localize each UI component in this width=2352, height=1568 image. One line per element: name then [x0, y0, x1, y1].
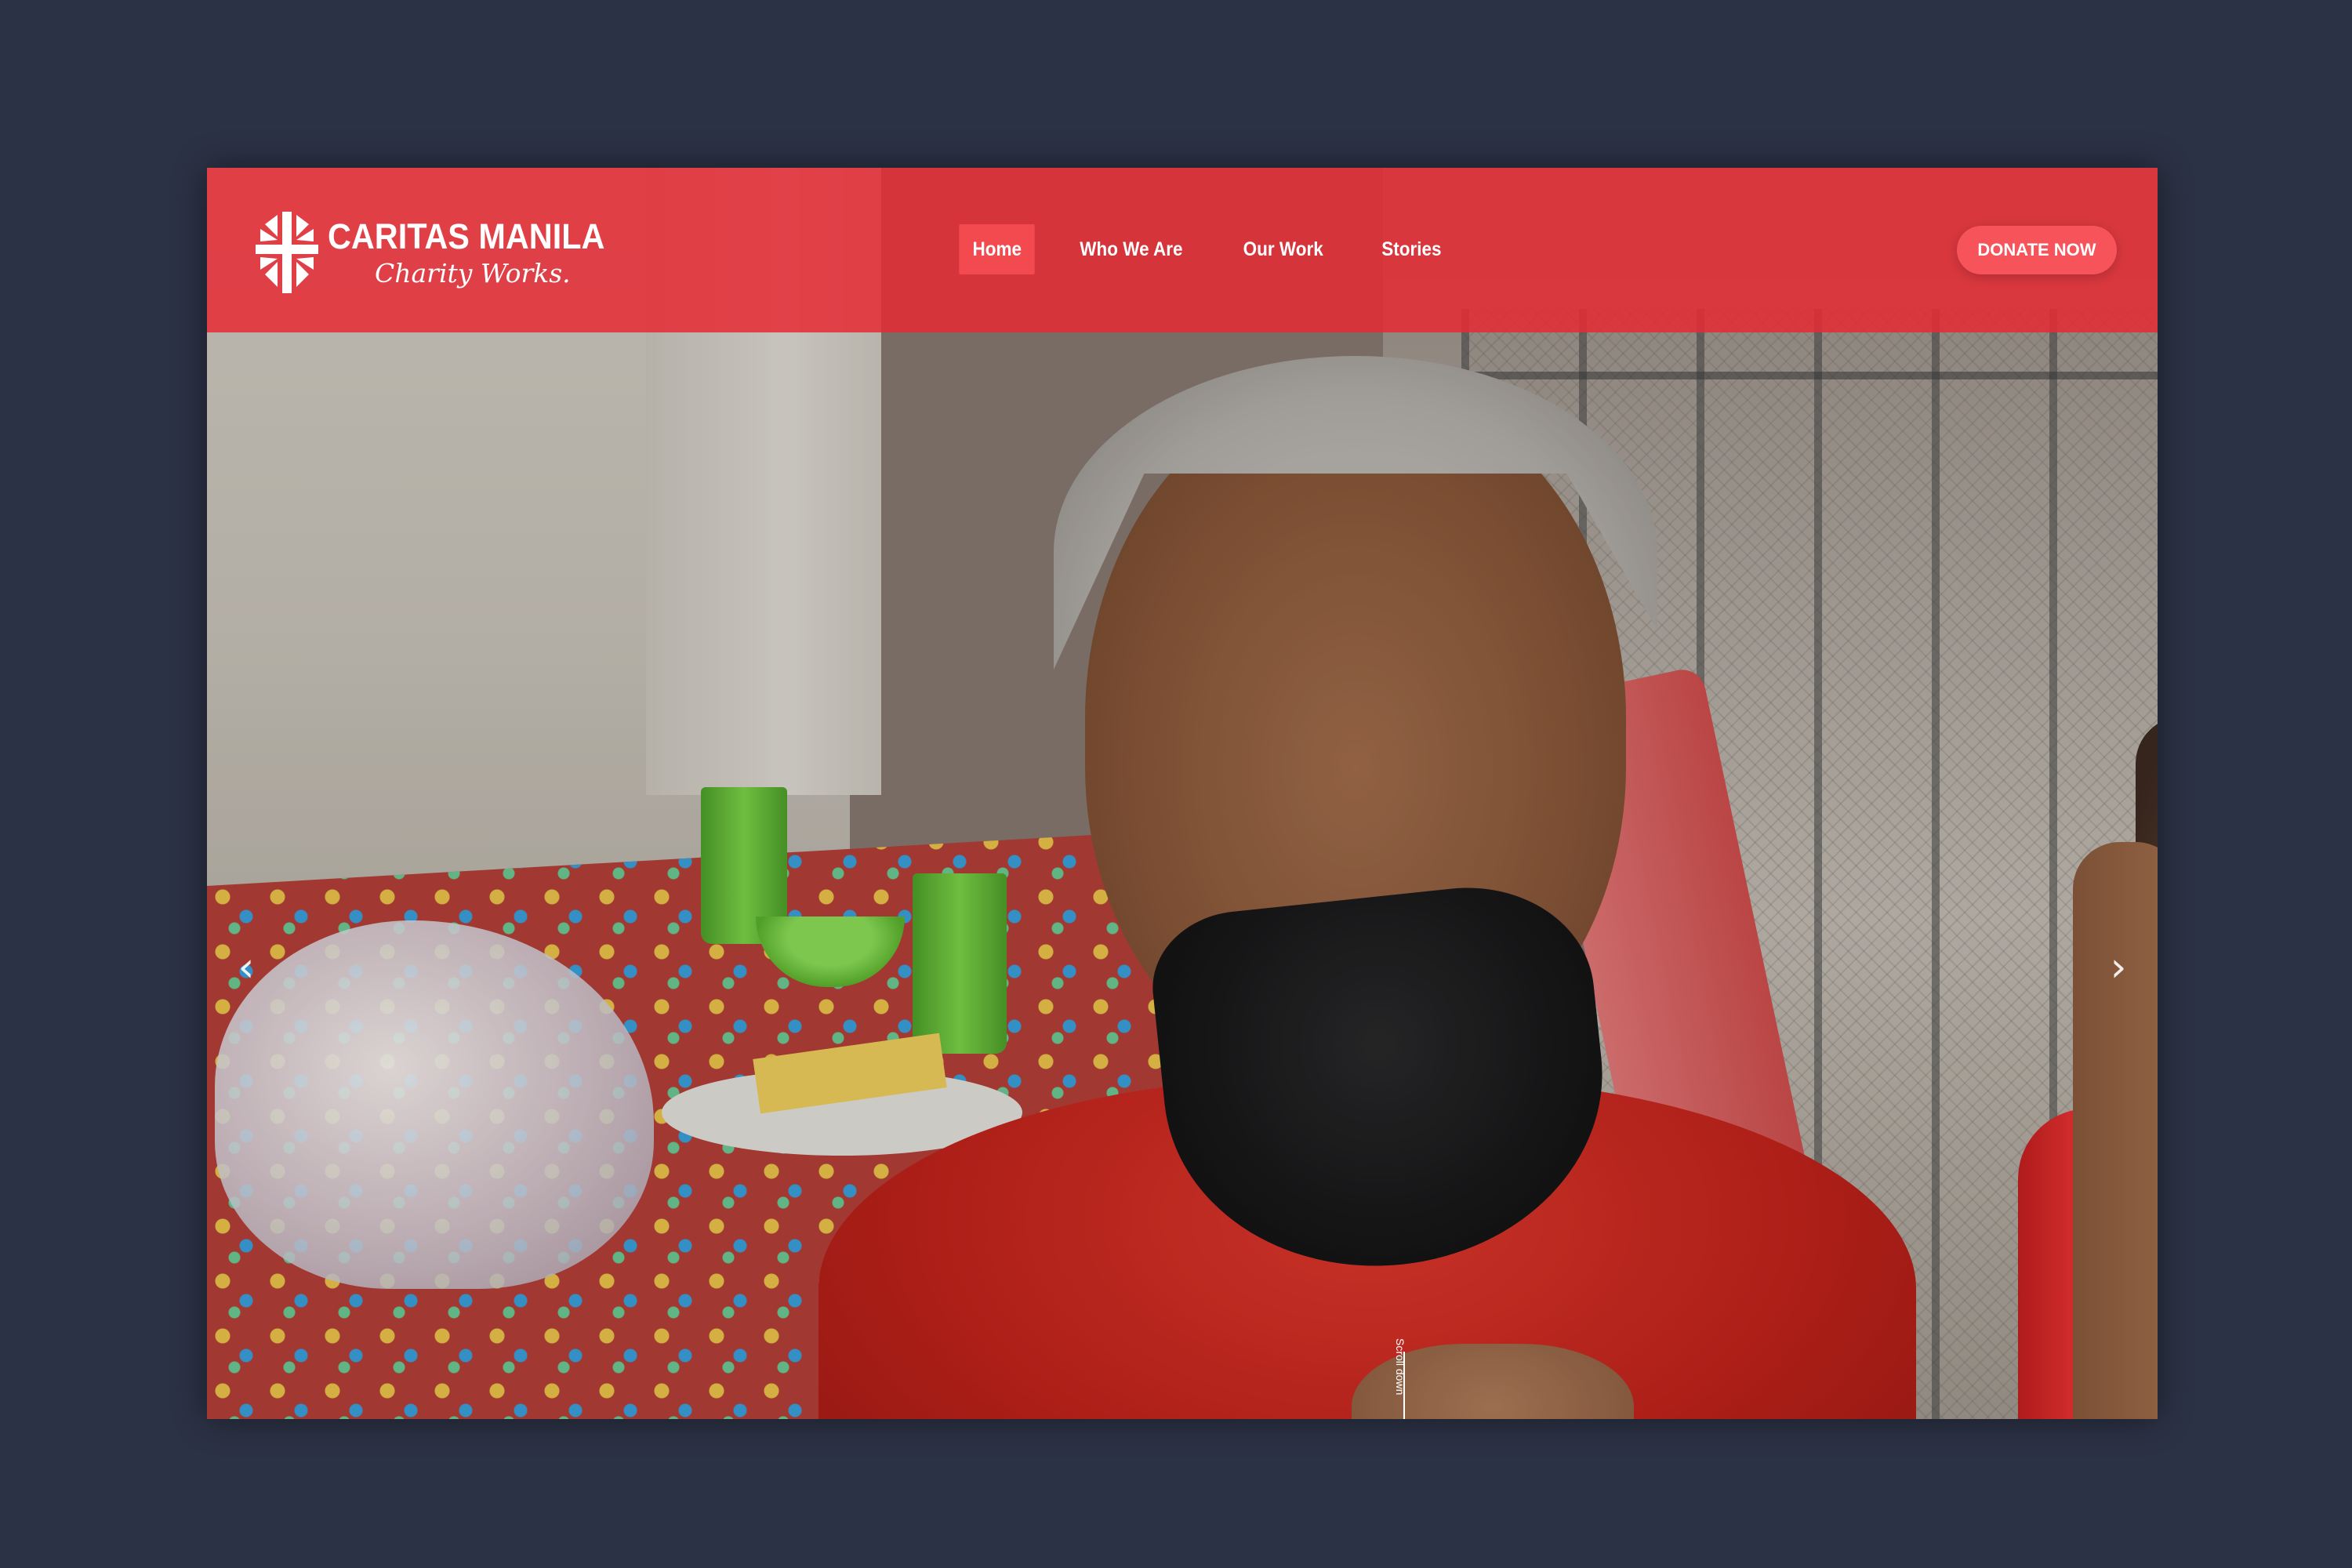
caritas-cross-icon — [256, 212, 318, 293]
site-logo[interactable]: CARITAS MANILA Charity Works. — [254, 209, 629, 296]
nav-home[interactable]: Home — [959, 224, 1036, 274]
nav-who-we-are[interactable]: Who We Are — [1067, 224, 1196, 274]
logo-title: CARITAS MANILA — [328, 216, 605, 256]
logo-tagline: Charity Works. — [375, 258, 571, 289]
donate-now-button[interactable]: DONATE NOW — [1957, 226, 2117, 274]
scroll-down-label: Scroll down — [1394, 1338, 1406, 1396]
nav-stories[interactable]: Stories — [1368, 224, 1454, 274]
scroll-down-indicator[interactable]: Scroll down — [1385, 1338, 1408, 1419]
chevron-left-icon[interactable]: ‹ — [230, 944, 262, 991]
chevron-right-icon[interactable]: › — [2103, 944, 2134, 991]
nav-our-work[interactable]: Our Work — [1230, 224, 1337, 274]
hero-slide: ‹ › Scroll down — [207, 168, 2158, 1419]
site-header: CARITAS MANILA Charity Works. Home Who W… — [207, 168, 2158, 332]
main-nav: Home Who We Are Our Work Stories — [955, 224, 1480, 274]
hero-overlay — [207, 168, 2158, 1419]
logo-text: CARITAS MANILA Charity Works. — [328, 219, 629, 286]
browser-viewport: ‹ › Scroll down CARITAS MANILA Charity W… — [207, 168, 2158, 1419]
